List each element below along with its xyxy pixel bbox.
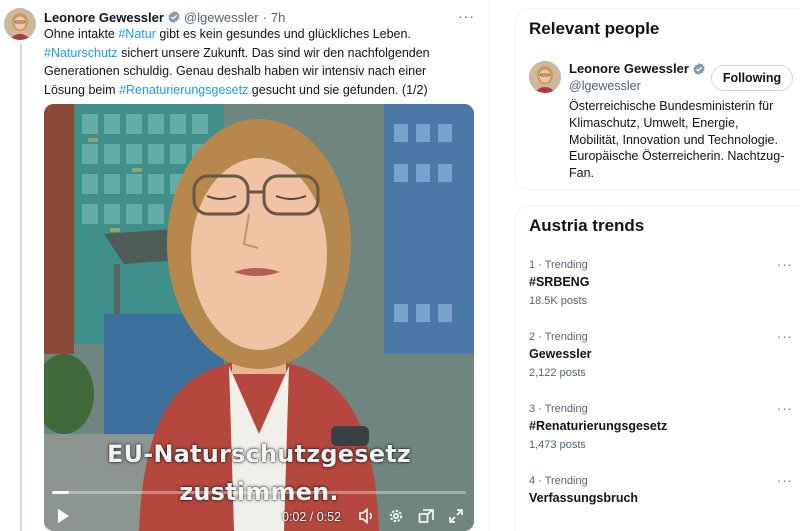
trend-meta: 4 · Trending (529, 475, 588, 487)
trends-card: Austria trends 1 · Trending #SRBENG 18.5… (515, 205, 800, 531)
play-icon[interactable] (56, 508, 70, 528)
tweet-text-segment: Generationen schuldig. Genau deshalb hab… (44, 64, 427, 79)
tweet[interactable]: Leonore Gewessler @lgewessler · 7h ··· O… (0, 0, 490, 531)
author-handle[interactable]: @lgewessler (184, 10, 259, 25)
video-caption-line-1: EU-Naturschutzgesetz (106, 440, 412, 468)
trend-name[interactable]: #SRBENG (529, 275, 589, 289)
tweet-header: Leonore Gewessler @lgewessler · 7h (44, 8, 285, 26)
tweet-text-segment: Ohne intakte (44, 27, 119, 41)
pip-icon[interactable] (418, 508, 435, 528)
trend-meta: 2 · Trending (529, 331, 588, 343)
video-player[interactable]: EU-Naturschutzgesetz zustimmen. 0:02 / 0… (44, 104, 474, 531)
trend-name[interactable]: #Renaturierungsgesetz (529, 419, 667, 433)
volume-icon[interactable] (358, 507, 376, 528)
person-avatar[interactable] (529, 61, 561, 93)
tweet-text-segment: sichert unsere Zukunft. Das sind wir den… (117, 45, 430, 60)
separator-dot: · (262, 9, 267, 25)
thread-line (20, 44, 22, 531)
verified-badge-icon[interactable] (167, 10, 181, 24)
tweet-text-segment: Lösung beim (44, 82, 120, 97)
bio-line: Klimaschutz, Umwelt, Energie, (569, 115, 739, 130)
trend-item[interactable]: 4 · Trending Verfassungsbruch ··· (516, 473, 800, 531)
trend-item[interactable]: 2 · Trending Gewessler 2,122 posts ··· (516, 329, 800, 401)
bio-line: Mobilität, Innovation und Technologie. (569, 132, 778, 147)
relevant-people-title: Relevant people (529, 19, 660, 38)
video-progress-fill (52, 491, 69, 494)
fullscreen-icon[interactable] (448, 508, 464, 528)
trend-item[interactable]: 3 · Trending #Renaturierungsgesetz 1,473… (516, 401, 800, 473)
tweet-text-line: Generationen schuldig. Genau deshalb hab… (44, 62, 444, 81)
trend-meta: 1 · Trending (529, 259, 588, 271)
settings-icon[interactable] (388, 508, 404, 528)
trend-meta: 3 · Trending (529, 403, 588, 415)
more-icon[interactable]: ··· (777, 257, 793, 272)
more-icon[interactable]: ··· (777, 473, 793, 488)
tweet-text: Ohne intakte #Natur gibt es kein gesunde… (44, 25, 444, 99)
trend-post-count: 2,122 posts (529, 367, 586, 379)
trend-post-count: 18.5K posts (529, 295, 588, 307)
hashtag-link[interactable]: #Naturschutz (44, 46, 118, 60)
trend-post-count: 1,473 posts (529, 439, 586, 451)
bio-line: Österreichische Bundesministerin für (569, 99, 774, 113)
more-icon[interactable]: ··· (777, 401, 793, 416)
video-controls: 0:02 / 0:52 (44, 504, 474, 531)
verified-badge-icon[interactable] (692, 62, 706, 76)
relevant-people-card: Relevant people Leonore Gewessler @lgewe… (515, 8, 800, 190)
author-avatar[interactable] (4, 8, 36, 40)
video-progress-bar[interactable] (52, 491, 466, 494)
bio-line: Europäische Österreicherin. Nachtzug- (569, 149, 785, 164)
tweet-text-segment: gesucht und sie gefunden. (1/2) (248, 82, 428, 97)
hashtag-link[interactable]: #Natur (118, 27, 156, 41)
person-name[interactable]: Leonore Gewessler (569, 61, 689, 76)
person-name-row[interactable]: Leonore Gewessler (569, 61, 709, 76)
bio-line: Fan. (569, 166, 595, 181)
tweet-text-line: Ohne intakte #Natur gibt es kein gesunde… (44, 25, 444, 44)
more-icon[interactable]: ··· (458, 8, 475, 24)
video-time-readout: 0:02 / 0:52 (282, 510, 342, 524)
hashtag-link[interactable]: #Renaturierungsgesetz (119, 83, 248, 97)
tweet-text-line: #Naturschutz sichert unsere Zukunft. Das… (44, 44, 444, 63)
trend-item[interactable]: 1 · Trending #SRBENG 18.5K posts ··· (516, 257, 800, 329)
tweet-text-segment: gibt es kein gesundes und glückliches Le… (155, 27, 411, 41)
timestamp[interactable]: 7h (271, 10, 285, 25)
following-button[interactable]: Following (711, 65, 793, 91)
more-icon[interactable]: ··· (777, 329, 793, 344)
author-name[interactable]: Leonore Gewessler (44, 10, 164, 25)
trend-name[interactable]: Gewessler (529, 347, 592, 361)
tweet-text-line: Lösung beim #Renaturierungsgesetz gesuch… (44, 81, 444, 100)
trends-title: Austria trends (529, 216, 645, 235)
person-bio: Österreichische Bundesministerin für Kli… (569, 98, 794, 182)
person-handle[interactable]: @lgewessler (569, 79, 641, 93)
trend-name[interactable]: Verfassungsbruch (529, 491, 638, 505)
